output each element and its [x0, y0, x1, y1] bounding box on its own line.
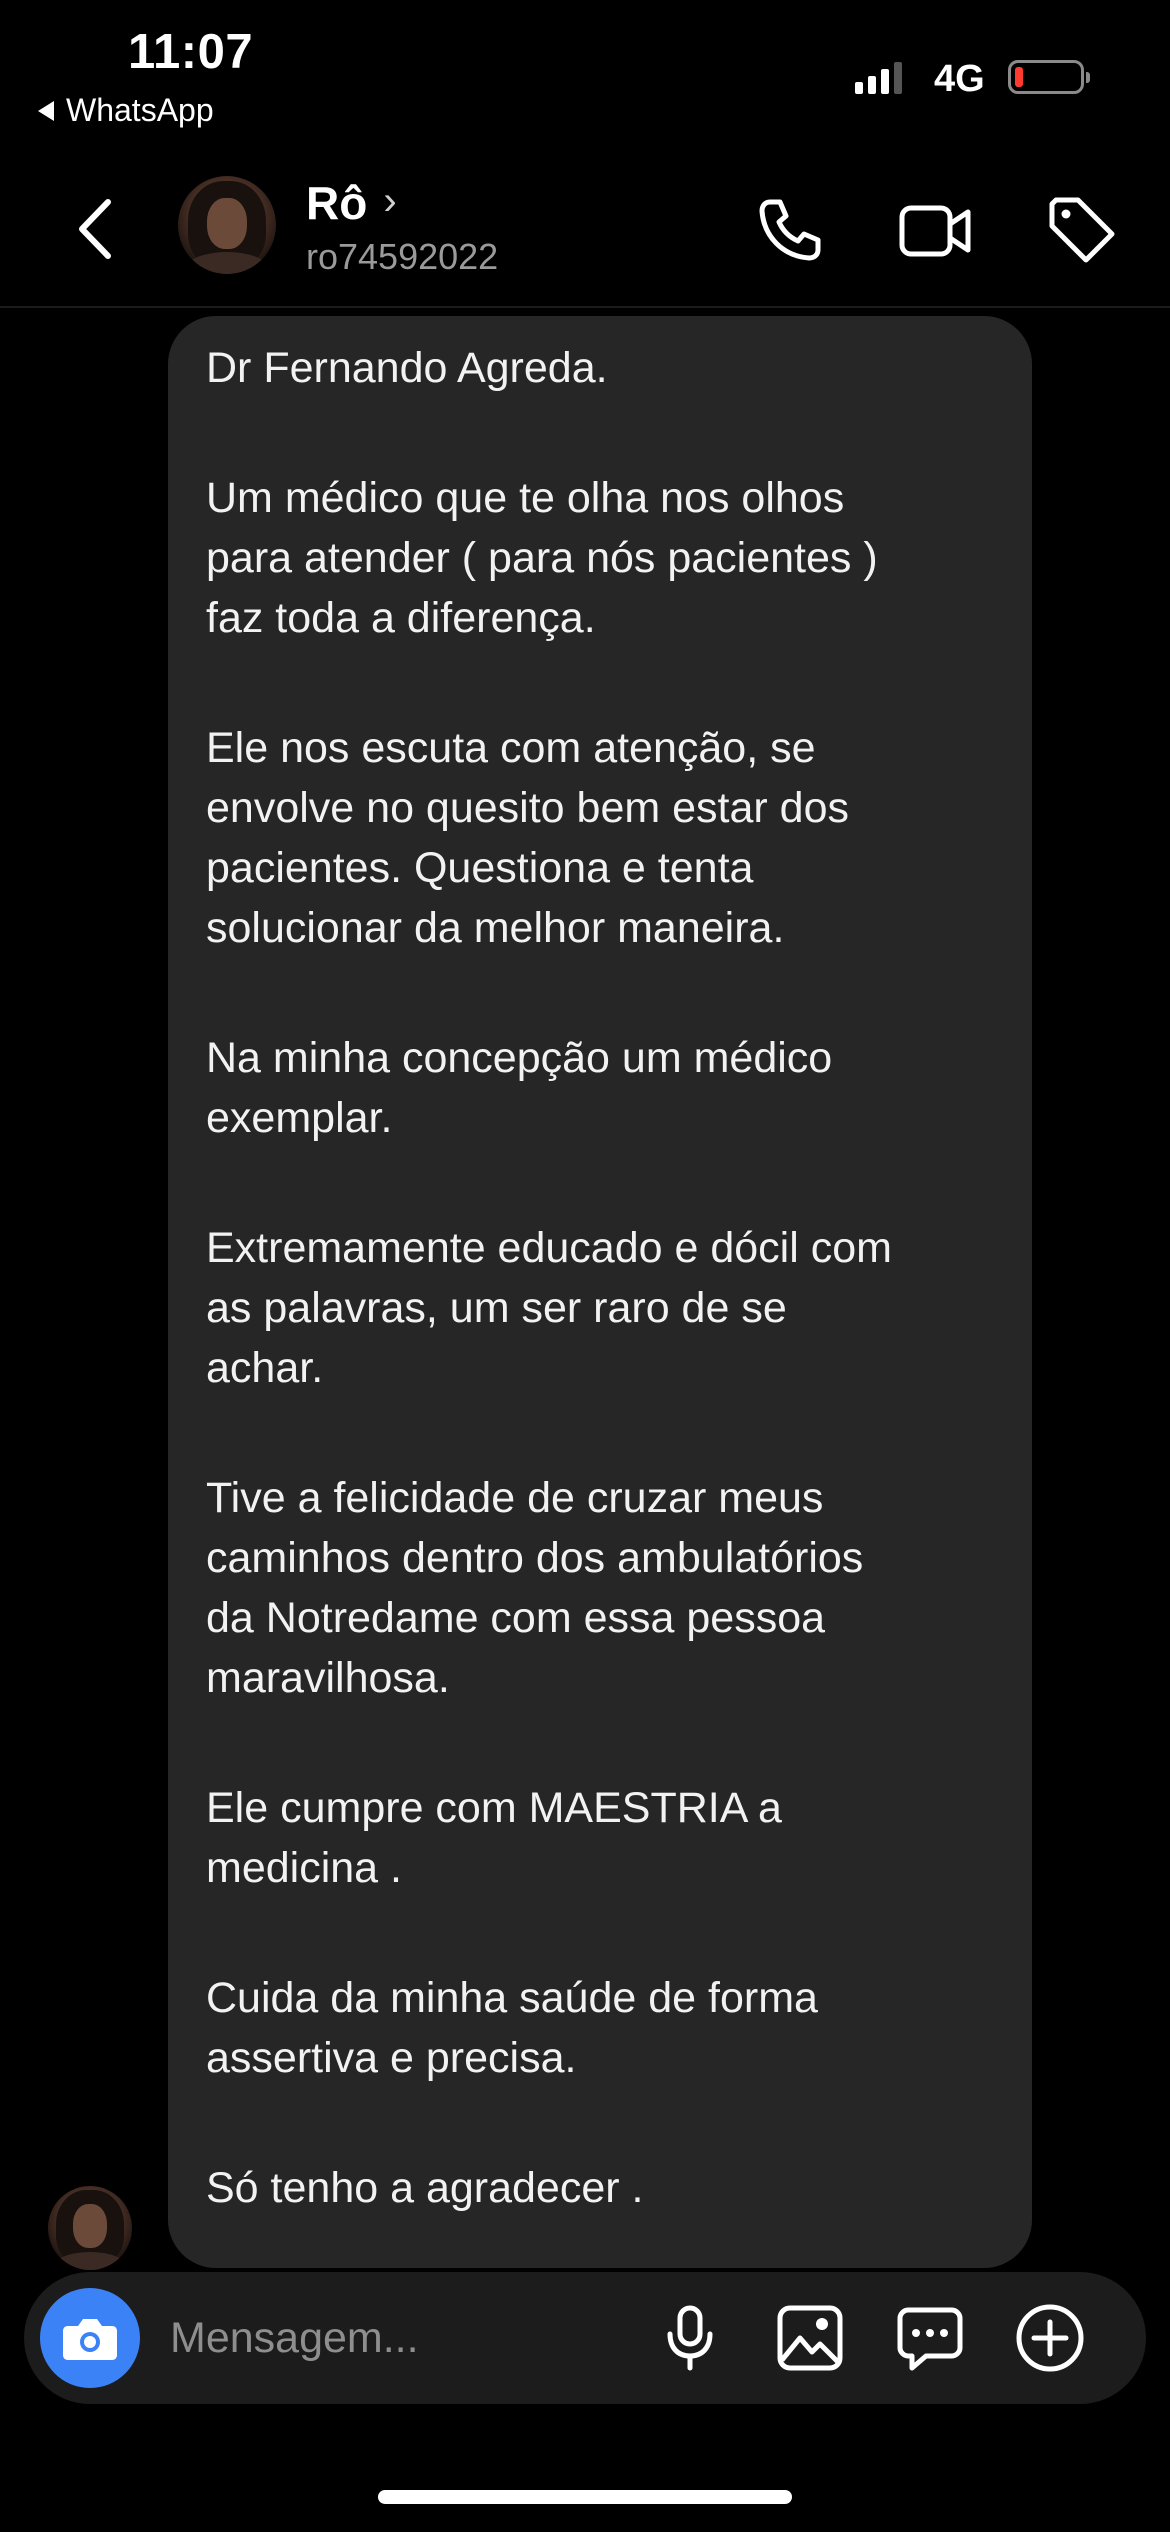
- message-paragraph: Ele nos escuta com atenção, se envolve n…: [206, 724, 850, 952]
- tag-icon[interactable]: [1042, 190, 1122, 270]
- back-to-app-link[interactable]: WhatsApp: [38, 92, 214, 129]
- message-paragraph: Extremamente educado e dócil com as pala…: [206, 1224, 892, 1392]
- message-input[interactable]: [170, 2306, 630, 2370]
- chevron-right-icon: ›: [383, 178, 397, 223]
- microphone-icon[interactable]: [654, 2302, 726, 2374]
- contact-avatar[interactable]: [178, 176, 276, 274]
- camera-button[interactable]: [40, 2288, 140, 2388]
- sticker-chat-icon[interactable]: [894, 2302, 966, 2374]
- back-chevron-icon[interactable]: [70, 194, 122, 264]
- message-paragraph: Dr Fernando Agreda.: [206, 344, 608, 392]
- message-paragraph: Ele cumpre com MAESTRIA a medicina .: [206, 1784, 782, 1892]
- network-type: 4G: [934, 58, 985, 100]
- status-time: 11:07: [128, 25, 254, 79]
- cellular-signal-icon: [855, 60, 902, 94]
- message-paragraph: Cuida da minha saúde de forma assertiva …: [206, 1974, 818, 2082]
- chat-header: Rô › ro74592022: [0, 150, 1170, 308]
- video-camera-icon[interactable]: [896, 190, 976, 270]
- contact-name-button[interactable]: Rô ›: [306, 176, 397, 230]
- gallery-icon[interactable]: [774, 2302, 846, 2374]
- message-paragraph: Tive a felicidade de cruzar meus caminho…: [206, 1474, 864, 1702]
- battery-level: [1015, 67, 1023, 87]
- phone-icon[interactable]: [750, 190, 830, 270]
- battery-icon: [1008, 60, 1090, 94]
- contact-name: Rô: [306, 177, 368, 229]
- message-bubble[interactable]: Dr Fernando Agreda. Um médico que te olh…: [168, 316, 1032, 2268]
- message-paragraph: Só tenho a agradecer .: [206, 2164, 644, 2212]
- back-triangle-icon: [38, 100, 54, 121]
- contact-handle: ro74592022: [306, 236, 499, 277]
- message-paragraph: Um médico que te olha nos olhos para ate…: [206, 474, 878, 642]
- message-composer: [24, 2272, 1146, 2404]
- status-bar: 11:07 WhatsApp 4G: [0, 0, 1170, 150]
- home-indicator[interactable]: [378, 2490, 792, 2504]
- back-to-app-label: WhatsApp: [66, 92, 214, 128]
- message-paragraph: Na minha concepção um médico exemplar.: [206, 1034, 833, 1142]
- add-icon[interactable]: [1014, 2302, 1086, 2374]
- sender-avatar[interactable]: [48, 2186, 132, 2270]
- camera-icon: [63, 2319, 117, 2360]
